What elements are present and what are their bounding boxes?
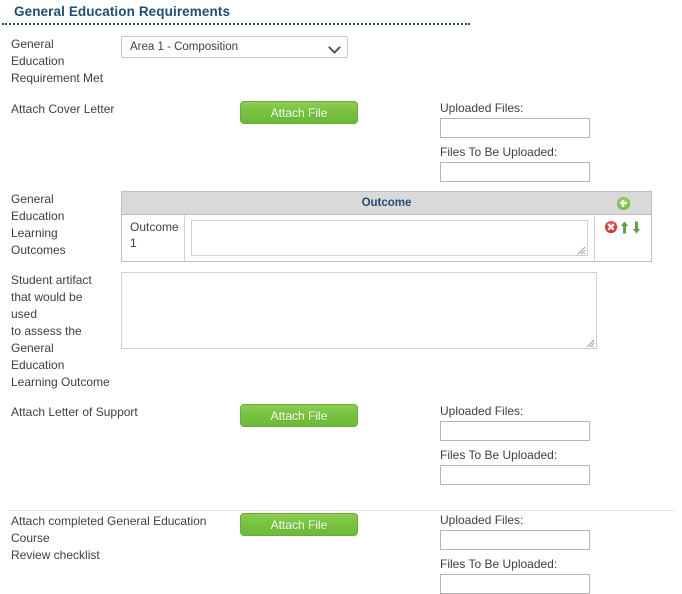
learning-outcomes-label-line2: Learning Outcomes	[11, 226, 66, 257]
student-artifact-label-line5: Learning Outcome	[11, 375, 110, 389]
learning-outcomes-label: General Education Learning Outcomes	[0, 191, 110, 259]
student-artifact-row: Student artifact that would be used to a…	[0, 272, 682, 391]
cover-letter-row: Attach Cover Letter Attach File Uploaded…	[0, 101, 682, 182]
checklist-uploaded-files-label: Uploaded Files:	[440, 513, 524, 527]
resize-grip-icon	[577, 246, 586, 255]
outcomes-column-header: Outcome	[361, 197, 412, 209]
course-review-checklist-label: Attach completed General Education Cours…	[0, 513, 234, 564]
attach-course-review-checklist-button[interactable]: Attach File	[240, 513, 358, 536]
checklist-files-to-upload-label: Files To Be Uploaded:	[440, 557, 558, 571]
cover-letter-uploaded-files-input[interactable]	[440, 118, 590, 138]
requirement-met-label: General Education Requirement Met	[0, 36, 110, 87]
chevron-down-icon	[329, 41, 341, 53]
outcomes-table-header: Outcome	[122, 192, 651, 215]
cover-letter-files-to-upload-input[interactable]	[440, 162, 590, 182]
outcomes-table: Outcome Outcome 1	[121, 191, 652, 262]
resize-grip-icon	[586, 339, 595, 348]
attach-cover-letter-button[interactable]: Attach File	[240, 101, 358, 124]
student-artifact-label-line4: General Education	[11, 341, 65, 372]
arrow-up-icon[interactable]	[620, 221, 629, 234]
cover-letter-label: Attach Cover Letter	[11, 102, 115, 116]
student-artifact-label-line1: Student artifact	[11, 273, 92, 287]
title-divider	[2, 23, 470, 25]
student-artifact-input[interactable]	[121, 272, 597, 349]
checklist-files-to-upload-input[interactable]	[440, 574, 590, 594]
section-header: General Education Requirements	[0, 0, 682, 25]
student-artifact-label-line3: to assess the	[11, 324, 82, 338]
letter-of-support-files-to-upload-label: Files To Be Uploaded:	[440, 448, 558, 462]
outcome-row-number-line2: 1	[130, 236, 137, 250]
outcome-row-actions	[595, 215, 651, 261]
course-review-checklist-label-line2: Review checklist	[11, 548, 100, 562]
table-row: Outcome 1	[122, 215, 651, 261]
course-review-checklist-row: Attach completed General Education Cours…	[0, 513, 682, 594]
outcome-row-number-line1: Outcome	[130, 220, 179, 234]
delete-circle-icon[interactable]	[605, 221, 617, 233]
outcome-text-input[interactable]	[191, 220, 588, 256]
letter-of-support-uploaded-files-label: Uploaded Files:	[440, 404, 524, 418]
outcome-row-number: Outcome 1	[122, 215, 185, 261]
outcomes-header-actions	[595, 196, 651, 210]
cover-letter-uploaded-files-label: Uploaded Files:	[440, 101, 524, 115]
bottom-divider	[8, 510, 674, 511]
outcome-text-cell	[185, 215, 595, 261]
student-artifact-label: Student artifact that would be used to a…	[0, 272, 110, 391]
course-review-checklist-label-line1: Attach completed General Education Cours…	[11, 514, 207, 545]
arrow-down-icon[interactable]	[632, 221, 641, 234]
learning-outcomes-row: General Education Learning Outcomes Outc…	[0, 191, 682, 262]
add-circle-icon[interactable]	[616, 196, 630, 210]
page-title: General Education Requirements	[14, 4, 231, 19]
student-artifact-label-line2: that would be used	[11, 290, 83, 321]
requirement-met-select[interactable]: Area 1 - Composition	[121, 36, 348, 58]
requirement-met-row: General Education Requirement Met Area 1…	[0, 36, 682, 87]
letter-of-support-row: Attach Letter of Support Attach File Upl…	[0, 404, 682, 485]
checklist-uploaded-files-input[interactable]	[440, 530, 590, 550]
learning-outcomes-label-line1: General Education	[11, 192, 65, 223]
requirement-met-label-line1: General Education	[11, 37, 65, 68]
letter-of-support-label: Attach Letter of Support	[11, 405, 138, 419]
requirement-met-label-line2: Requirement Met	[11, 71, 104, 85]
cover-letter-files-to-upload-label: Files To Be Uploaded:	[440, 145, 558, 159]
requirement-met-selected-value: Area 1 - Composition	[130, 41, 239, 53]
letter-of-support-files-to-upload-input[interactable]	[440, 465, 590, 485]
attach-letter-of-support-button[interactable]: Attach File	[240, 404, 358, 427]
letter-of-support-uploaded-files-input[interactable]	[440, 421, 590, 441]
